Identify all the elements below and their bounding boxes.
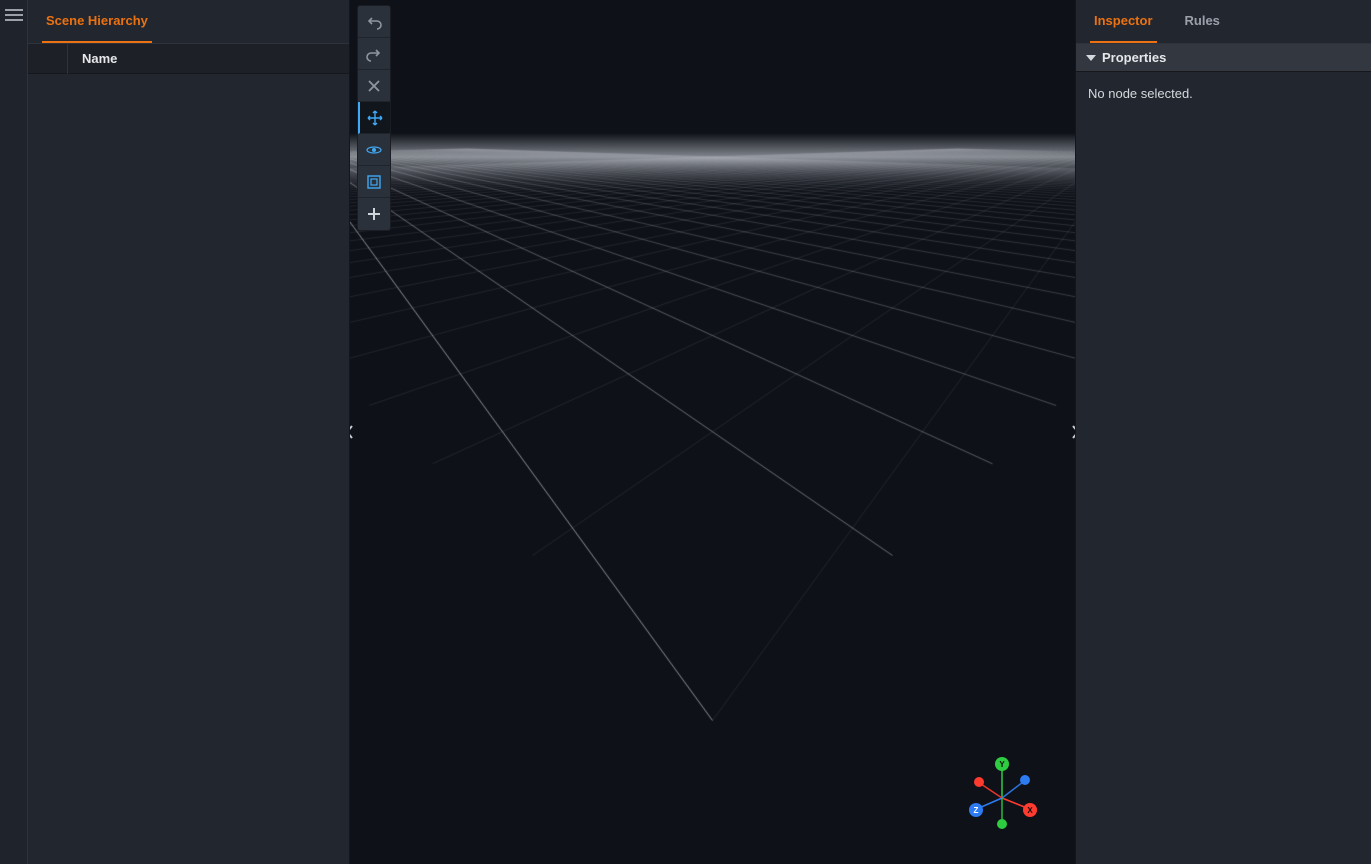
tab-scene-hierarchy[interactable]: Scene Hierarchy [42, 0, 152, 43]
viewport-canvas[interactable] [350, 0, 1075, 864]
left-panel-tabs: Scene Hierarchy [28, 0, 349, 44]
tab-rules[interactable]: Rules [1181, 0, 1224, 43]
move-tool-button[interactable] [358, 102, 390, 134]
tab-inspector[interactable]: Inspector [1090, 0, 1157, 43]
caret-down-icon [1086, 55, 1096, 61]
add-button[interactable] [358, 198, 390, 230]
orbit-icon [366, 142, 382, 158]
close-icon [366, 78, 382, 94]
viewport[interactable]: Y X Z [350, 0, 1075, 864]
gizmo-y-label: Y [999, 760, 1005, 769]
delete-button[interactable] [358, 70, 390, 102]
redo-icon [366, 46, 382, 62]
gizmo-x-label: X [1027, 806, 1033, 815]
move-icon [367, 110, 383, 126]
frame-button[interactable] [358, 166, 390, 198]
collapse-right-panel-button[interactable] [1067, 412, 1075, 452]
app-root: Scene Hierarchy Name [0, 0, 1371, 864]
undo-button[interactable] [358, 6, 390, 38]
frame-icon [366, 174, 382, 190]
left-panel: Scene Hierarchy Name [28, 0, 350, 864]
hierarchy-list [28, 74, 349, 864]
redo-button[interactable] [358, 38, 390, 70]
hierarchy-name-column-header: Name [68, 51, 117, 66]
menu-strip [0, 0, 28, 864]
empty-selection-message: No node selected. [1088, 86, 1193, 101]
chevron-left-icon [350, 425, 355, 439]
hamburger-icon[interactable] [5, 6, 23, 24]
collapse-left-panel-button[interactable] [350, 412, 358, 452]
hierarchy-header-row: Name [28, 44, 349, 74]
plus-icon [366, 206, 382, 222]
viewport-toolbar [358, 6, 390, 230]
undo-icon [366, 14, 382, 30]
right-panel: Inspector Rules Properties No node selec… [1075, 0, 1371, 864]
orbit-tool-button[interactable] [358, 134, 390, 166]
hierarchy-toggle-column [38, 44, 68, 74]
gizmo-z-label: Z [974, 806, 979, 815]
chevron-right-icon [1070, 425, 1075, 439]
properties-section-header[interactable]: Properties [1076, 44, 1371, 72]
properties-body: No node selected. [1076, 72, 1371, 115]
right-panel-tabs: Inspector Rules [1076, 0, 1371, 44]
axis-gizmo[interactable]: Y X Z [957, 746, 1047, 836]
properties-title: Properties [1102, 50, 1166, 65]
